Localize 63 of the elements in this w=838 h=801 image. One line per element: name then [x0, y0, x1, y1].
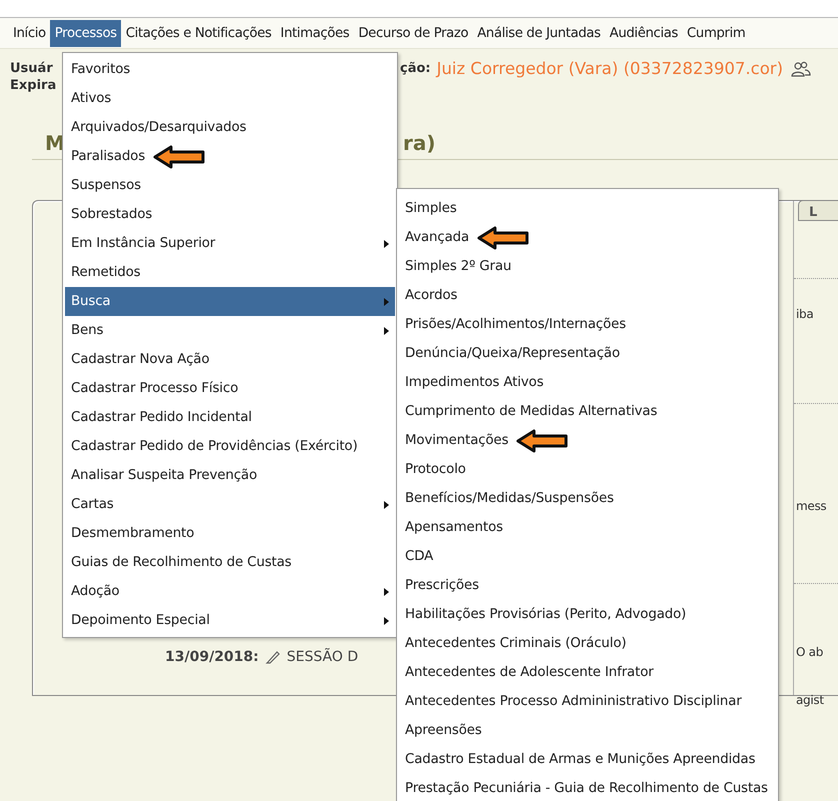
menu-item[interactable]: Cadastrar Processo Físico [65, 374, 395, 403]
session-text: SESSÃO D [286, 649, 358, 665]
nav-tab[interactable]: Citações e Notificações [120, 20, 276, 46]
menu-item[interactable]: Prescrições [399, 571, 776, 600]
menu-item[interactable]: Cartas [65, 490, 395, 519]
menu-item[interactable]: Prisões/Acolhimentos/Internações [399, 310, 776, 339]
menu-item[interactable]: Suspensos [65, 171, 395, 200]
nav-tab[interactable]: Decurso de Prazo [353, 20, 472, 46]
cut-text: mess [795, 499, 828, 513]
menu-item[interactable]: Benefícios/Medidas/Suspensões [399, 484, 776, 513]
menu-item[interactable]: Favoritos [65, 55, 395, 84]
menu-item[interactable]: Em Instância Superior [65, 229, 395, 258]
menu-item[interactable]: Cadastro Estadual de Armas e Munições Apreendidas [399, 745, 776, 774]
cut-text: O ab [795, 645, 824, 659]
cut-text: iba [795, 307, 814, 321]
menu-item[interactable]: Avançada [399, 223, 776, 252]
page-title: ra) [403, 131, 436, 155]
menu-item[interactable]: Guias de Recolhimento de Custas [65, 548, 395, 577]
menu-item[interactable]: Paralisados [65, 142, 395, 171]
menu-item[interactable]: Simples [399, 194, 776, 223]
menu-item[interactable]: Cumprimento de Medidas Alternativas [399, 397, 776, 426]
user-label: Usuár [10, 61, 53, 76]
menu-item[interactable]: Sobrestados [65, 200, 395, 229]
menu-item[interactable]: Impedimentos Ativos [399, 368, 776, 397]
menu-item[interactable]: Remetidos [65, 258, 395, 287]
menu-item[interactable]: Desmembramento [65, 519, 395, 548]
nav-tab[interactable]: Cumprim [682, 20, 750, 46]
menu-item[interactable]: Bens [65, 316, 395, 345]
expiry-label: Expira [10, 78, 56, 93]
menu-item[interactable]: Antecedentes Criminais (Oráculo) [399, 629, 776, 658]
menu-item[interactable]: Arquivados/Desarquivados [65, 113, 395, 142]
menu-item[interactable]: Adoção [65, 577, 395, 606]
menu-item[interactable]: Analisar Suspeita Prevenção [65, 461, 395, 490]
profile-label: ção: [400, 61, 431, 76]
menu-item[interactable]: Cadastrar Pedido Incidental [65, 403, 395, 432]
nav-tab[interactable]: Intimações [275, 20, 354, 46]
menu-item[interactable]: Apreensões [399, 716, 776, 745]
menu-item[interactable]: Antecedentes de Adolescente Infrator [399, 658, 776, 687]
menu-item[interactable]: Antecedentes Processo Admininistrativo Disciplinar [399, 687, 776, 716]
menu-item[interactable]: Protocolo [399, 455, 776, 484]
menu-item[interactable]: Simples 2º Grau [399, 252, 776, 281]
menu-item[interactable]: Movimentações [399, 426, 776, 455]
nav-tab[interactable]: Audiências [604, 20, 682, 46]
nav-tab[interactable]: Início [8, 20, 50, 46]
menu-item[interactable]: Apensamentos [399, 513, 776, 542]
nav-tab[interactable]: Análise de Juntadas [472, 20, 605, 46]
menu-item[interactable]: Ativos [65, 84, 395, 113]
pencil-icon [264, 650, 281, 664]
menu-item[interactable]: Busca [65, 287, 395, 316]
cut-text: agist [795, 693, 825, 707]
session-date: 13/09/2018: [165, 649, 259, 665]
menu-item[interactable]: Cadastrar Pedido de Providências (Exército) [65, 432, 395, 461]
menu-item[interactable]: Depoimento Especial [65, 606, 395, 635]
menu-item[interactable]: Habilitações Provisórias (Perito, Advogado) [399, 600, 776, 629]
menu-item[interactable]: Acordos [399, 281, 776, 310]
users-icon [791, 60, 812, 76]
menu-item[interactable]: Cadastrar Nova Ação [65, 345, 395, 374]
menu-item[interactable]: Prestação Pecuniária - Guia de Recolhimento de Custas [399, 774, 776, 801]
menu-item[interactable]: CDA [399, 542, 776, 571]
menu-item[interactable]: Denúncia/Queixa/Representação [399, 339, 776, 368]
nav-tab[interactable]: Processos [50, 20, 121, 46]
profile-name: Juiz Corregedor (Vara) (03372823907.cor) [436, 59, 784, 78]
panel-tab[interactable]: L [798, 200, 838, 221]
